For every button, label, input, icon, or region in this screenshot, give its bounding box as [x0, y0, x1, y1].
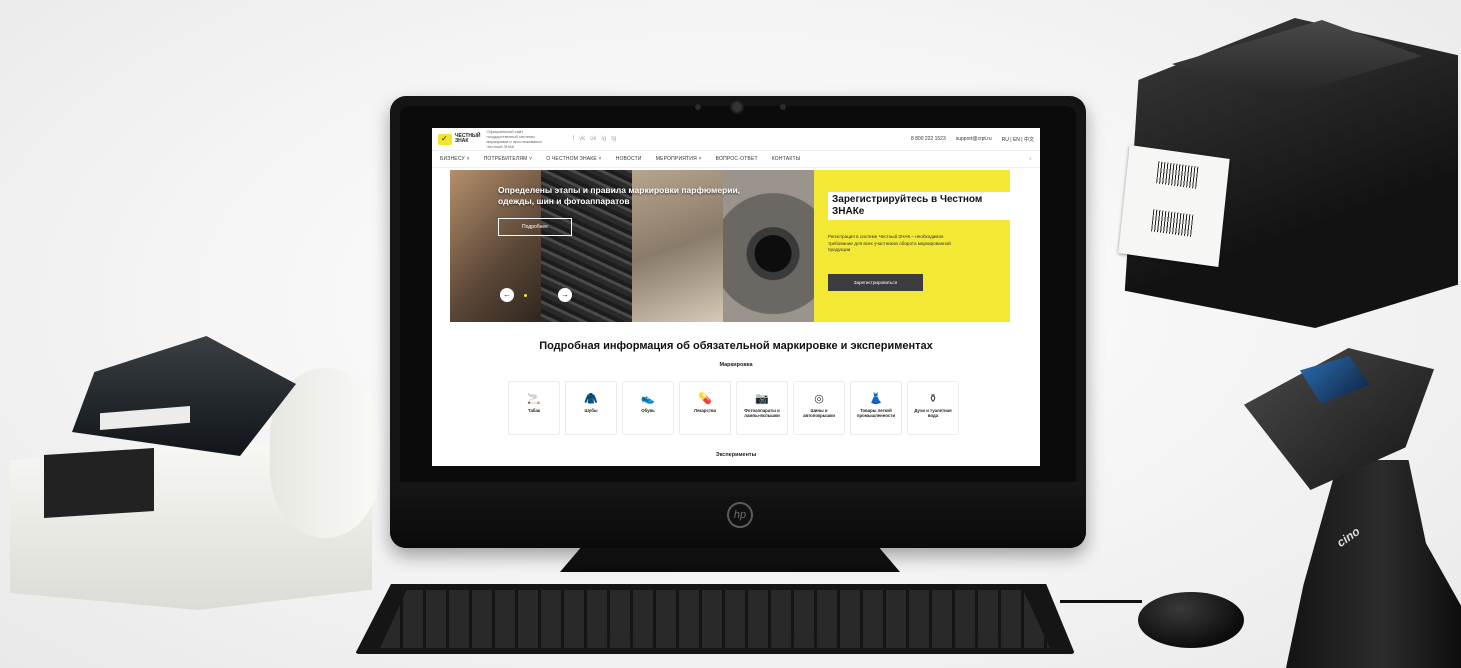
category-label: Фотоаппараты и лампы-вспышки — [744, 408, 780, 418]
facebook-icon[interactable]: f — [573, 136, 575, 142]
category-label: Обувь — [641, 408, 655, 413]
site-header: ЧЕСТНЫЙ ЗНАК Официальный сайт государств… — [432, 128, 1040, 151]
category-shoes[interactable]: 👟 Обувь — [622, 381, 674, 435]
category-light-industry[interactable]: 👗 Товары легкой промышленности — [850, 381, 902, 435]
ok-icon[interactable]: ok — [590, 136, 596, 142]
logo-check-icon — [438, 133, 452, 145]
category-perfume[interactable]: ⚱ Духи и туалетная вода — [907, 381, 959, 435]
hp-logo: hp — [727, 502, 753, 528]
register-text: Регистрация в системе Честный ЗНАК – нео… — [828, 234, 951, 252]
main-nav: БИЗНЕСУ ˅ ПОТРЕБИТЕЛЯМ ˅ О ЧЕСТНОМ ЗНАКЕ… — [432, 151, 1040, 168]
tobacco-icon: 🚬 — [527, 393, 541, 405]
register-title: Зарегистрируйтесь в Честном ЗНАКе — [828, 192, 1010, 220]
sensor-dot — [780, 104, 786, 110]
nav-consumers[interactable]: ПОТРЕБИТЕЛЯМ ˅ — [484, 156, 533, 162]
experiments-label: Эксперименты — [715, 452, 757, 458]
receipt-printer-paper-slot — [44, 448, 154, 518]
mouse-cable — [1060, 600, 1142, 603]
carousel-indicator[interactable] — [524, 294, 527, 297]
sensor-dot — [695, 104, 701, 110]
category-furs[interactable]: 🧥 Шубы — [565, 381, 617, 435]
site-tagline: Официальный сайт государственной системы… — [486, 129, 542, 149]
nav-news[interactable]: НОВОСТИ — [616, 156, 642, 162]
category-label: Шины и автопокрышки — [803, 408, 835, 418]
category-tires[interactable]: ◎ Шины и автопокрышки — [793, 381, 845, 435]
monitor-chin: hp — [390, 482, 1086, 548]
hero-banner: Определены этапы и правила маркировки па… — [450, 170, 1010, 322]
fur-coat-icon: 🧥 — [584, 393, 598, 405]
carousel-prev-icon[interactable]: ← — [500, 288, 514, 302]
website-screen: ЧЕСТНЫЙ ЗНАК Официальный сайт государств… — [432, 128, 1040, 466]
category-label: Шубы — [584, 408, 598, 413]
telegram-icon[interactable]: tg — [611, 136, 616, 142]
section-title: Подробная информация об обязательной мар… — [539, 340, 933, 352]
nav-about[interactable]: О ЧЕСТНОМ ЗНАКЕ ˅ — [546, 156, 601, 162]
perfume-icon: ⚱ — [928, 393, 938, 405]
category-label: Товары легкой промышленности — [856, 408, 896, 418]
keyboard-keys — [380, 590, 1050, 648]
logo-line2: ЗНАК — [455, 138, 469, 144]
search-icon[interactable]: ⌕ — [1029, 156, 1032, 162]
hero-title: Определены этапы и правила маркировки па… — [498, 185, 741, 206]
vk-icon[interactable]: vk — [579, 136, 585, 142]
printed-barcode-label — [1118, 144, 1230, 268]
category-tobacco[interactable]: 🚬 Табак — [508, 381, 560, 435]
category-label: Лекарства — [693, 408, 717, 413]
instagram-icon[interactable]: ig — [602, 136, 607, 142]
language-switcher[interactable]: RU | EN | 中文 — [1002, 136, 1034, 143]
mouse — [1138, 592, 1244, 648]
category-label: Табак — [527, 408, 541, 413]
category-medicine[interactable]: 💊 Лекарства — [679, 381, 731, 435]
category-list: 🚬 Табак 🧥 Шубы 👟 Обувь 💊 Лекарства 📷 Фот… — [508, 381, 959, 435]
contact-info: 8 800 222 1523 support@crpt.ru RU | EN |… — [911, 136, 1034, 143]
site-logo[interactable]: ЧЕСТНЫЙ ЗНАК — [438, 133, 481, 145]
category-cameras[interactable]: 📷 Фотоаппараты и лампы-вспышки — [736, 381, 788, 435]
marking-label: Маркировка — [719, 362, 753, 368]
nav-faq[interactable]: ВОПРОС-ОТВЕТ — [716, 156, 758, 162]
register-button[interactable]: Зарегистрироваться — [828, 274, 923, 291]
tire-icon: ◎ — [814, 393, 824, 405]
webcam — [732, 102, 742, 112]
nav-events[interactable]: МЕРОПРИЯТИЯ ˅ — [656, 156, 702, 162]
phone-link[interactable]: 8 800 222 1523 — [911, 136, 946, 142]
nav-business[interactable]: БИЗНЕСУ ˅ — [440, 156, 470, 162]
email-link[interactable]: support@crpt.ru — [956, 136, 992, 142]
social-links: f vk ok ig tg — [573, 136, 617, 142]
carousel-next-icon[interactable]: → — [558, 288, 572, 302]
pill-icon: 💊 — [698, 393, 712, 405]
camera-icon: 📷 — [755, 393, 769, 405]
dress-icon: 👗 — [869, 393, 883, 405]
nav-contacts[interactable]: КОНТАКТЫ — [772, 156, 801, 162]
register-panel: Зарегистрируйтесь в Честном ЗНАКе Регист… — [814, 170, 1010, 322]
shoe-icon: 👟 — [641, 393, 655, 405]
category-label: Духи и туалетная вода — [914, 408, 952, 418]
hero-more-button[interactable]: Подробнее — [498, 218, 572, 236]
